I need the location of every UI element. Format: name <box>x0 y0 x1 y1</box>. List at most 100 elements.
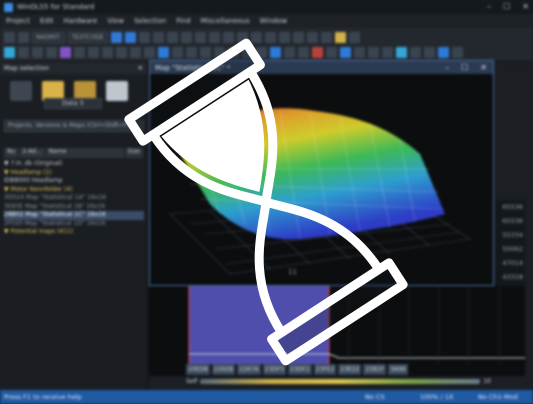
toolbar-button[interactable] <box>46 47 57 58</box>
toolbar-button[interactable] <box>326 47 337 58</box>
new-project-icon[interactable] <box>10 81 32 101</box>
menu-hardware[interactable]: Hardware <box>64 17 98 25</box>
toolbar-button[interactable] <box>158 47 169 58</box>
toolbar-button[interactable] <box>222 32 234 43</box>
toolbar-button[interactable] <box>382 47 393 58</box>
toolbar-button[interactable] <box>172 47 183 58</box>
toolbar-button[interactable] <box>410 47 421 58</box>
menu-window[interactable]: Window <box>260 17 288 25</box>
toolbar-button[interactable] <box>354 47 365 58</box>
toolbar-button[interactable] <box>138 32 150 43</box>
toolbar-button[interactable] <box>292 32 304 43</box>
toolbar-button[interactable] <box>194 32 206 43</box>
menu-project[interactable]: Project <box>6 17 30 25</box>
tree-row[interactable]: 2F020 Map "Statistical 1D" 16x16 <box>4 220 144 229</box>
toolbar-button[interactable] <box>60 47 71 58</box>
toolbar-button[interactable] <box>438 47 449 58</box>
color-scrollbar[interactable] <box>200 379 481 384</box>
panel-close-icon[interactable]: ✕ <box>138 64 143 72</box>
map-selection-panel: Map selection ✕ Data 5 Projects, Version… <box>0 62 148 390</box>
tree-folder[interactable]: ▼ Headlamp (1) <box>4 169 144 178</box>
toolbar-button[interactable] <box>186 47 197 58</box>
tree-row[interactable]: 3D524 Map "Statistical 1A" 16x16 <box>4 194 144 203</box>
toolbar-button[interactable] <box>228 47 239 58</box>
toolbar-button[interactable] <box>166 32 178 43</box>
toolbar-button[interactable] <box>452 47 463 58</box>
toolbar-button[interactable] <box>116 47 127 58</box>
toolbar-button[interactable] <box>18 32 29 43</box>
tree-row[interactable]: ▼ 7:H..db (Original) <box>4 160 144 169</box>
address-field[interactable]: RAOMIT: <box>32 32 65 43</box>
text-code-field[interactable]: TEXTCODE <box>67 32 108 43</box>
toolbar-button[interactable] <box>200 47 211 58</box>
data-selector[interactable]: Data 5 <box>44 98 102 109</box>
toolbar-button[interactable] <box>208 32 220 43</box>
toolbar-button[interactable] <box>250 32 262 43</box>
toolbar-button[interactable] <box>312 47 323 58</box>
toolbar-button[interactable] <box>88 47 99 58</box>
column-header[interactable]: Size <box>125 148 144 158</box>
toolbar-button[interactable] <box>284 47 295 58</box>
column-header[interactable]: Nu <box>4 148 20 158</box>
toolbar-button[interactable] <box>32 47 43 58</box>
axis-label: 11 <box>288 268 297 276</box>
menu-bar: Project Edit Hardware View Selection Fin… <box>0 14 533 28</box>
maximize-icon[interactable]: ☐ <box>503 2 510 11</box>
toolbar-button[interactable] <box>214 47 225 58</box>
toolbar-button[interactable] <box>270 47 281 58</box>
3d-map-view[interactable]: 11 <box>150 74 493 285</box>
menu-find[interactable]: Find <box>176 17 190 25</box>
toolbar-button[interactable] <box>298 47 309 58</box>
map-tree: ▼ 7:H..db (Original) ▼ Headlamp (1) IDB8… <box>4 160 144 237</box>
toolbar-button[interactable] <box>340 47 351 58</box>
toolbar-button[interactable] <box>144 47 155 58</box>
tree-row[interactable]: 3E83E Map "Statistical 1B" 16x16 <box>4 203 144 212</box>
menu-selection[interactable]: Selection <box>134 17 166 25</box>
view-button[interactable] <box>124 32 136 43</box>
tree-row-selected[interactable]: 28B02 Map "Statistical 1C" 16x16 <box>4 211 144 220</box>
toolbar-button[interactable] <box>368 47 379 58</box>
toolbar-button[interactable] <box>264 32 276 43</box>
chip-icon[interactable] <box>106 81 128 101</box>
toolbar-button[interactable] <box>74 47 85 58</box>
close-icon[interactable]: ✕ <box>522 2 529 11</box>
toolbar-button[interactable] <box>396 47 407 58</box>
hex-value: 2267A <box>237 364 261 375</box>
toolbar-button[interactable] <box>4 32 15 43</box>
hex-value: 23FE2 <box>313 364 337 375</box>
2d-graph-view[interactable] <box>149 286 525 376</box>
scroll-left-label: Self <box>186 378 198 385</box>
toolbar-button[interactable] <box>348 32 360 43</box>
toolbar-button[interactable] <box>152 32 164 43</box>
maximize-icon[interactable]: ☐ <box>461 63 468 72</box>
column-header[interactable]: Name <box>46 148 125 158</box>
filter-dropdown[interactable]: Projects, Versions & Maps (Ctrl+Shift+F) <box>4 120 144 132</box>
tree-row[interactable]: IDB8000 Headlamp <box>4 177 144 186</box>
column-header[interactable]: 2-Ad... <box>19 148 46 158</box>
menu-edit[interactable]: Edit <box>40 17 54 25</box>
status-help-text: Press F1 to receive help <box>4 393 82 401</box>
toolbar-button[interactable] <box>4 47 15 58</box>
close-icon[interactable]: ✕ <box>480 63 487 72</box>
minimize-icon[interactable]: – <box>487 2 491 11</box>
toolbar-button[interactable] <box>102 47 113 58</box>
highlight-button[interactable] <box>334 32 346 43</box>
toolbar-button[interactable] <box>256 47 267 58</box>
menu-miscellaneous[interactable]: Miscellaneous <box>201 17 250 25</box>
toolbar-button[interactable] <box>306 32 318 43</box>
toolbar-button[interactable] <box>18 47 29 58</box>
toolbar-button[interactable] <box>180 32 192 43</box>
tree-folder[interactable]: ▼ Potential maps (411) <box>4 228 144 237</box>
toolbar-button[interactable] <box>236 32 248 43</box>
panel-title: Map selection <box>4 64 49 72</box>
minimize-icon[interactable]: – <box>445 63 449 72</box>
toolbar-button[interactable] <box>320 32 332 43</box>
tree-folder[interactable]: ▼ Motor Kennfelder (4) <box>4 186 144 195</box>
toolbar-button[interactable] <box>130 47 141 58</box>
toolbar-button[interactable] <box>242 47 253 58</box>
view-button[interactable] <box>110 32 122 43</box>
hex-value: 3A96 <box>388 364 408 375</box>
toolbar-button[interactable] <box>424 47 435 58</box>
toolbar-button[interactable] <box>278 32 290 43</box>
menu-view[interactable]: View <box>107 17 124 25</box>
